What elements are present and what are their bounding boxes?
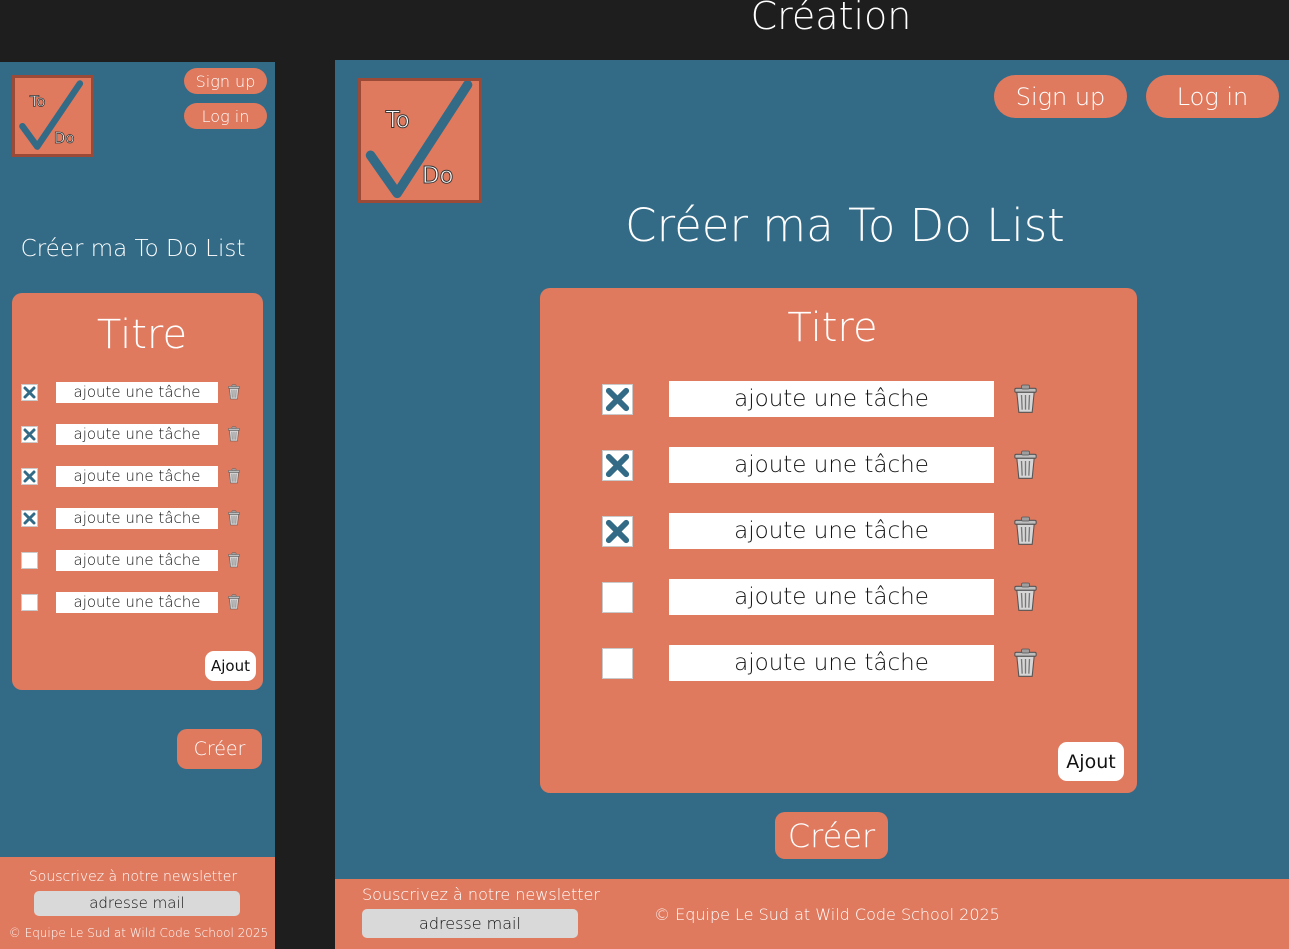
task-checkbox[interactable] xyxy=(602,582,633,613)
task-input[interactable]: ajoute une tâche xyxy=(56,592,218,613)
copyright: © Equipe Le Sud at Wild Code School 2025 xyxy=(8,926,269,940)
add-task-button[interactable]: Ajout xyxy=(205,651,256,681)
cross-check-icon xyxy=(605,453,630,478)
delete-task-button[interactable] xyxy=(227,551,241,569)
task-checkbox[interactable] xyxy=(21,552,38,569)
trash-icon xyxy=(228,594,240,610)
trash-icon xyxy=(228,468,240,484)
delete-task-button[interactable] xyxy=(1012,515,1039,547)
card-title[interactable]: Titre xyxy=(540,305,1125,351)
task-input[interactable]: ajoute une tâche xyxy=(669,579,994,615)
delete-task-button[interactable] xyxy=(1012,647,1039,679)
logo-text-top: To xyxy=(385,108,410,134)
task-checkbox[interactable] xyxy=(21,468,38,485)
task-checkbox[interactable] xyxy=(21,384,38,401)
login-button[interactable]: Log in xyxy=(184,103,267,129)
delete-task-button[interactable] xyxy=(227,509,241,527)
delete-task-button[interactable] xyxy=(1012,581,1039,613)
checkmark-logo-icon: To Do xyxy=(365,81,473,199)
cross-check-icon xyxy=(23,470,36,483)
logo-text-top: To xyxy=(29,94,46,111)
cross-check-icon xyxy=(605,519,630,544)
newsletter-label: Souscrivez à notre newsletter xyxy=(28,869,238,885)
cross-check-icon xyxy=(23,512,36,525)
task-input[interactable]: ajoute une tâche xyxy=(56,508,218,529)
trash-icon xyxy=(1014,516,1037,545)
task-input[interactable]: ajoute une tâche xyxy=(56,382,218,403)
page-heading: Créer ma To Do List xyxy=(625,199,1065,252)
task-checkbox[interactable] xyxy=(602,516,633,547)
delete-task-button[interactable] xyxy=(227,383,241,401)
task-checkbox[interactable] xyxy=(602,648,633,679)
cross-check-icon xyxy=(23,428,36,441)
trash-icon xyxy=(228,384,240,400)
create-button[interactable]: Créer xyxy=(775,812,888,859)
trash-icon xyxy=(1014,582,1037,611)
signup-button[interactable]: Sign up xyxy=(184,68,267,94)
cross-check-icon xyxy=(23,386,36,399)
email-input[interactable]: adresse mail xyxy=(34,891,240,916)
trash-icon xyxy=(1014,450,1037,479)
task-input[interactable]: ajoute une tâche xyxy=(669,513,994,549)
task-input[interactable]: ajoute une tâche xyxy=(669,381,994,417)
task-checkbox[interactable] xyxy=(21,510,38,527)
delete-task-button[interactable] xyxy=(227,467,241,485)
task-checkbox[interactable] xyxy=(602,384,633,415)
card-title[interactable]: Titre xyxy=(12,312,272,358)
task-input[interactable]: ajoute une tâche xyxy=(56,550,218,571)
trash-icon xyxy=(1014,384,1037,413)
delete-task-button[interactable] xyxy=(1012,449,1039,481)
trash-icon xyxy=(228,426,240,442)
trash-icon xyxy=(228,552,240,568)
checkmark-logo-icon: To Do xyxy=(19,80,84,150)
page-heading: Créer ma To Do List xyxy=(20,236,246,262)
task-input[interactable]: ajoute une tâche xyxy=(669,447,994,483)
delete-task-button[interactable] xyxy=(1012,383,1039,415)
create-button[interactable]: Créer xyxy=(177,729,262,769)
page-title: Création xyxy=(750,0,912,38)
task-input[interactable]: ajoute une tâche xyxy=(669,645,994,681)
copyright: © Equipe Le Sud at Wild Code School 2025 xyxy=(654,905,1000,924)
trash-icon xyxy=(1014,648,1037,677)
delete-task-button[interactable] xyxy=(227,425,241,443)
login-button[interactable]: Log in xyxy=(1146,75,1279,118)
add-task-button[interactable]: Ajout xyxy=(1058,742,1124,781)
newsletter-label: Souscrivez à notre newsletter xyxy=(362,885,600,904)
logo-text-bottom: Do xyxy=(54,130,74,147)
task-checkbox[interactable] xyxy=(21,426,38,443)
task-input[interactable]: ajoute une tâche xyxy=(56,466,218,487)
logo-text-bottom: Do xyxy=(422,163,454,189)
cross-check-icon xyxy=(605,387,630,412)
trash-icon xyxy=(228,510,240,526)
task-input[interactable]: ajoute une tâche xyxy=(56,424,218,445)
signup-button[interactable]: Sign up xyxy=(994,75,1127,118)
logo[interactable]: To Do xyxy=(12,75,94,157)
task-checkbox[interactable] xyxy=(21,594,38,611)
email-input[interactable]: adresse mail xyxy=(362,909,578,938)
delete-task-button[interactable] xyxy=(227,593,241,611)
logo[interactable]: To Do xyxy=(358,78,482,203)
task-checkbox[interactable] xyxy=(602,450,633,481)
